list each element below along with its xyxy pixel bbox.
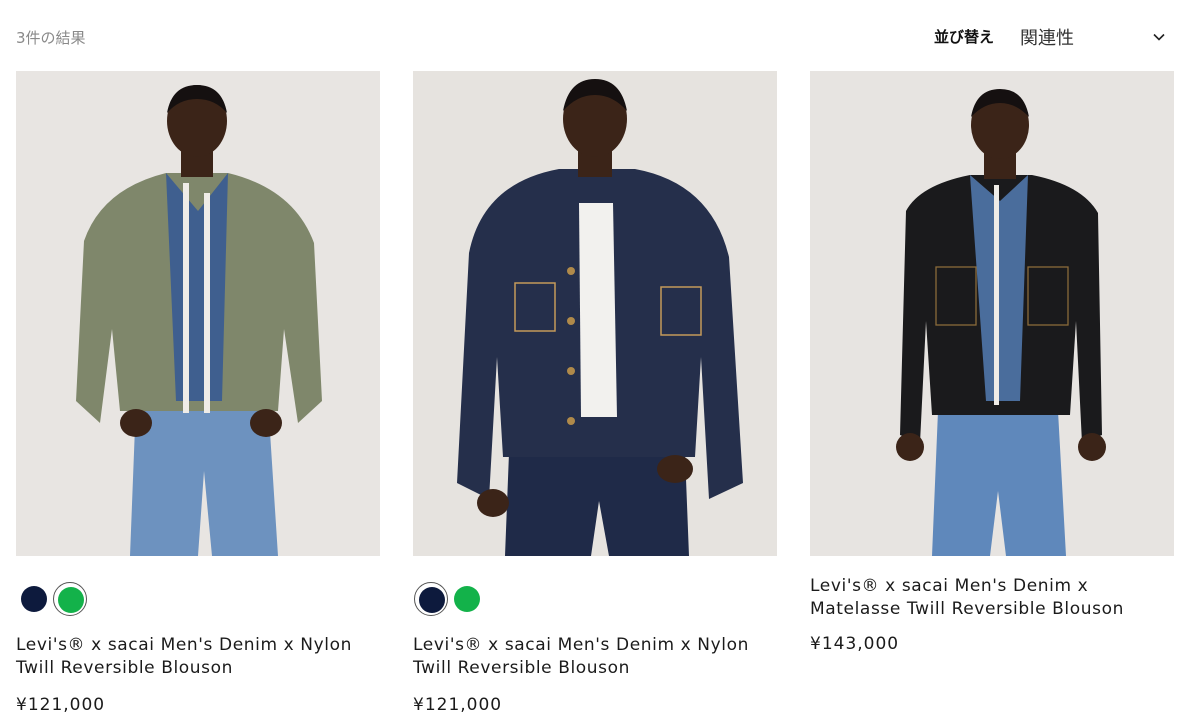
- swatch-dot: [21, 586, 47, 612]
- product-price: ¥143,000: [810, 634, 900, 654]
- product-card: Levi's® x sacai Men's Denim x Nylon Twil…: [16, 71, 380, 715]
- color-swatch[interactable]: [17, 582, 51, 616]
- swatch-dot: [58, 587, 84, 613]
- color-swatches: [16, 568, 380, 626]
- sort-bar: 並び替え 関連性: [934, 24, 1174, 52]
- product-image[interactable]: [810, 71, 1174, 556]
- product-image[interactable]: [16, 71, 380, 556]
- jacket-photo-icon: [810, 71, 1174, 556]
- product-image[interactable]: [413, 71, 777, 556]
- color-swatch[interactable]: [53, 582, 87, 616]
- jacket-photo-icon: [16, 71, 380, 556]
- sort-dropdown[interactable]: 関連性: [1020, 24, 1174, 50]
- product-name[interactable]: Levi's® x sacai Men's Denim x Matelasse …: [810, 575, 1174, 621]
- product-name[interactable]: Levi's® x sacai Men's Denim x Nylon Twil…: [413, 634, 777, 680]
- jacket-photo-icon: [413, 71, 777, 556]
- product-card: Levi's® x sacai Men's Denim x Matelasse …: [810, 71, 1174, 654]
- product-price: ¥121,000: [413, 695, 503, 715]
- chevron-down-icon: [1153, 33, 1165, 41]
- color-swatch[interactable]: [414, 582, 448, 616]
- color-swatches: [413, 568, 777, 626]
- swatch-dot: [454, 586, 480, 612]
- color-swatch[interactable]: [450, 582, 484, 616]
- product-price: ¥121,000: [16, 695, 106, 715]
- sort-selected-value: 関連性: [1020, 28, 1074, 49]
- product-name[interactable]: Levi's® x sacai Men's Denim x Nylon Twil…: [16, 634, 380, 680]
- swatch-dot: [419, 587, 445, 613]
- product-card: Levi's® x sacai Men's Denim x Nylon Twil…: [413, 71, 777, 715]
- sort-label: 並び替え: [934, 28, 995, 46]
- results-count: 3件の結果: [16, 29, 86, 47]
